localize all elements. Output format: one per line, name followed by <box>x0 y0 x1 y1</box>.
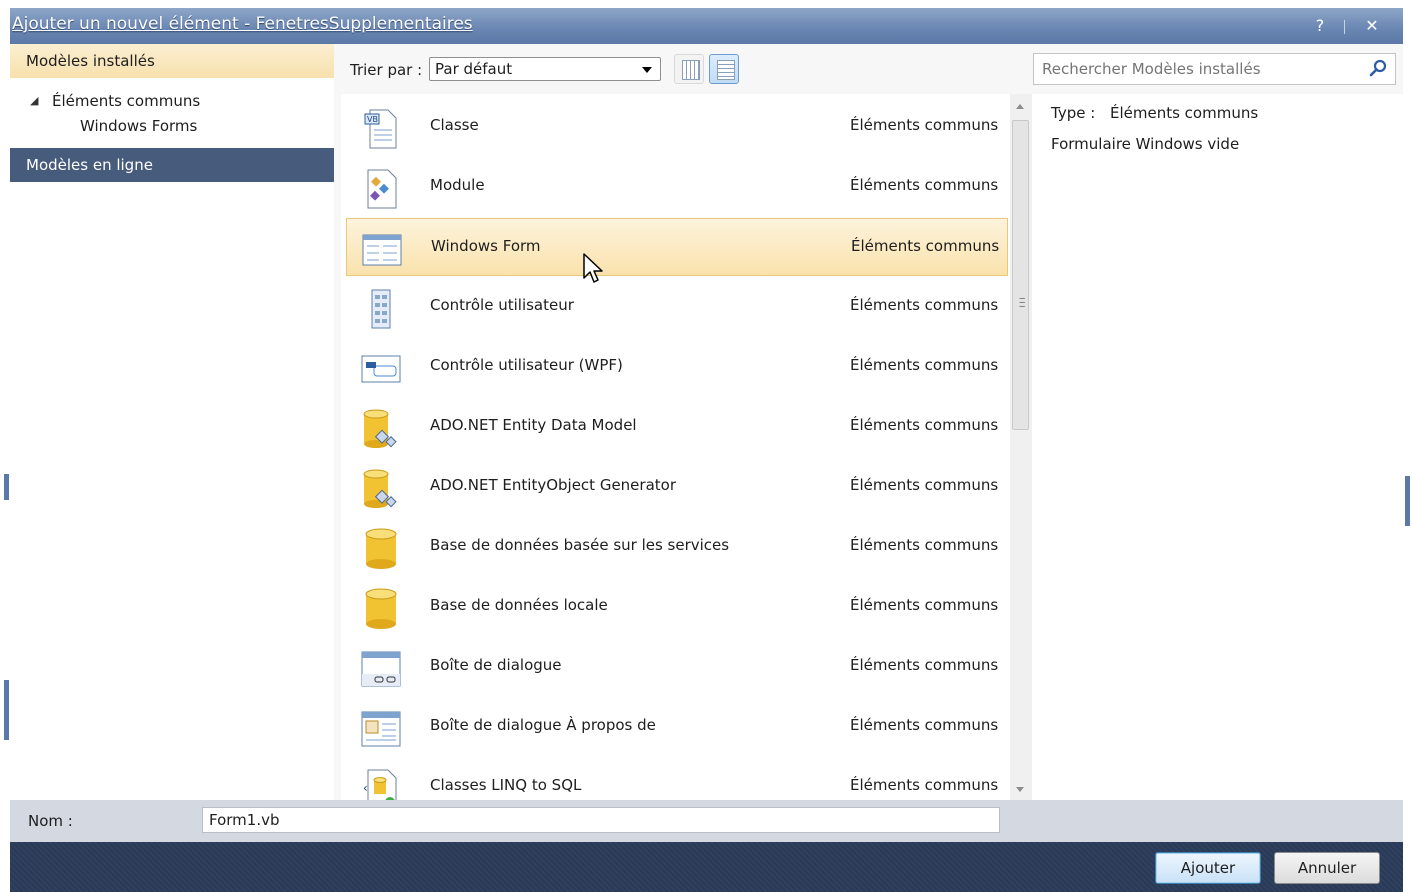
template-name: Boîte de dialogue À propos de <box>430 716 656 734</box>
template-details-pane: Type : Éléments communs Formulaire Windo… <box>1033 94 1403 800</box>
template-category: Éléments communs <box>850 416 999 434</box>
list-item[interactable]: Base de données locale Éléments communs <box>346 578 1008 636</box>
template-name: Windows Form <box>431 237 541 255</box>
titlebar-separator <box>1344 20 1345 34</box>
template-category: Éléments communs <box>850 176 999 194</box>
template-description: Formulaire Windows vide <box>1051 135 1240 153</box>
template-category: Éléments communs <box>850 596 999 614</box>
template-name: Classes LINQ to SQL <box>430 776 582 794</box>
title-bar[interactable]: Ajouter un nouvel élément - FenetresSupp… <box>10 8 1403 44</box>
type-label: Type : <box>1051 104 1096 122</box>
template-category: Éléments communs <box>851 237 1000 255</box>
template-name: Module <box>430 176 485 194</box>
template-category: Éléments communs <box>850 536 999 554</box>
search-box[interactable] <box>1033 53 1396 85</box>
small-icons-view-button[interactable] <box>674 54 704 84</box>
module-icon <box>367 169 397 209</box>
list-item[interactable]: ADO.NET EntityObject Generator Éléments … <box>346 458 1008 516</box>
template-name: Base de données locale <box>430 596 608 614</box>
list-item[interactable]: ‹ Classes LINQ to SQL Éléments communs <box>346 758 1008 800</box>
desktop-mark <box>1405 476 1410 526</box>
wpf-user-control-icon <box>361 355 401 383</box>
template-name: Contrôle utilisateur <box>430 296 574 314</box>
sort-by-dropdown[interactable]: Par défaut <box>429 57 661 81</box>
template-categories-pane: Modèles installés ◢ Éléments communs Win… <box>10 44 334 800</box>
list-item[interactable]: Contrôle utilisateur Éléments communs <box>346 278 1008 336</box>
installed-templates-header[interactable]: Modèles installés <box>10 44 334 78</box>
desktop-edge-right <box>1404 0 1412 892</box>
desktop-mark <box>4 680 9 740</box>
scroll-up-icon[interactable] <box>1016 104 1024 109</box>
sort-by-value: Par défaut <box>435 60 513 78</box>
template-category: Éléments communs <box>850 476 999 494</box>
list-item[interactable]: ADO.NET Entity Data Model Éléments commu… <box>346 398 1008 456</box>
type-value: Éléments communs <box>1110 104 1259 122</box>
name-label: Nom : <box>28 812 73 830</box>
window-title: Ajouter un nouvel élément - FenetresSupp… <box>12 14 473 34</box>
list-item[interactable]: Base de données basée sur les services É… <box>346 518 1008 576</box>
small-icons-view-icon <box>682 60 700 80</box>
template-name: Classe <box>430 116 479 134</box>
template-name: Contrôle utilisateur (WPF) <box>430 356 623 374</box>
list-view-button[interactable] <box>709 54 739 84</box>
template-category: Éléments communs <box>850 656 999 674</box>
help-icon: ? <box>1315 16 1325 35</box>
add-button[interactable]: Ajouter <box>1155 852 1261 884</box>
close-button[interactable]: ✕ <box>1358 14 1386 38</box>
online-templates-header[interactable]: Modèles en ligne <box>10 148 334 182</box>
list-item[interactable]: Boîte de dialogue À propos de Éléments c… <box>346 698 1008 756</box>
list-item[interactable]: Boîte de dialogue Éléments communs <box>346 638 1008 696</box>
cancel-button[interactable]: Annuler <box>1274 852 1380 884</box>
template-name: Base de données basée sur les services <box>430 536 730 554</box>
about-dialog-icon <box>361 711 401 747</box>
template-category: Éléments communs <box>850 296 999 314</box>
windows-form-icon <box>362 234 402 266</box>
entity-data-model-icon <box>363 409 397 448</box>
template-category: Éléments communs <box>850 116 999 134</box>
name-field[interactable] <box>202 807 1000 833</box>
help-button[interactable]: ? <box>1306 14 1334 38</box>
database-icon <box>365 528 397 569</box>
desktop-mark <box>4 474 9 500</box>
tree-expand-icon[interactable]: ◢ <box>30 94 38 107</box>
list-item-selected[interactable]: Windows Form Éléments communs <box>346 218 1008 276</box>
list-item[interactable]: Module Éléments communs <box>346 158 1008 216</box>
template-category: Éléments communs <box>850 716 999 734</box>
svg-text:‹: ‹ <box>363 781 368 795</box>
installed-templates-label: Modèles installés <box>26 52 155 70</box>
chevron-down-icon <box>642 67 652 73</box>
svg-text:VB: VB <box>367 115 378 124</box>
dialog-icon <box>361 651 401 687</box>
grip-icon: ‒ ‒ ‒ <box>1019 293 1026 312</box>
online-templates-label: Modèles en ligne <box>26 156 153 174</box>
template-category: Éléments communs <box>850 776 999 794</box>
templates-list[interactable]: VB Classe Éléments communs Module Élémen… <box>341 94 1033 800</box>
dialog-button-bar: Ajouter Annuler <box>10 842 1403 892</box>
close-icon: ✕ <box>1365 16 1379 35</box>
template-category: Éléments communs <box>850 356 999 374</box>
scroll-down-icon[interactable] <box>1016 787 1024 792</box>
linq-icon: ‹ <box>363 769 397 800</box>
template-name: ADO.NET Entity Data Model <box>430 416 637 434</box>
templates-scrollbar[interactable]: ‒ ‒ ‒ <box>1010 94 1032 800</box>
list-item[interactable]: Contrôle utilisateur (WPF) Éléments comm… <box>346 338 1008 396</box>
tree-item-windows-forms[interactable]: Windows Forms <box>80 117 197 135</box>
add-new-item-dialog: Ajouter un nouvel élément - FenetresSupp… <box>10 8 1403 892</box>
search-icon[interactable] <box>1369 59 1387 77</box>
name-row: Nom : <box>10 800 1403 842</box>
search-input[interactable] <box>1042 60 1362 78</box>
scrollbar-thumb[interactable]: ‒ ‒ ‒ <box>1012 120 1029 430</box>
tree-item-common-items[interactable]: Éléments communs <box>52 92 200 110</box>
template-name: Boîte de dialogue <box>430 656 562 674</box>
class-icon: VB <box>364 109 397 149</box>
list-view-icon <box>717 60 735 80</box>
sort-by-label: Trier par : <box>350 61 423 79</box>
database-icon <box>365 588 397 629</box>
user-control-icon <box>371 289 391 329</box>
desktop-edge-left <box>0 0 10 892</box>
entity-generator-icon <box>363 469 397 508</box>
list-item[interactable]: VB Classe Éléments communs <box>346 98 1008 156</box>
mouse-cursor-icon <box>583 253 603 283</box>
template-name: ADO.NET EntityObject Generator <box>430 476 676 494</box>
